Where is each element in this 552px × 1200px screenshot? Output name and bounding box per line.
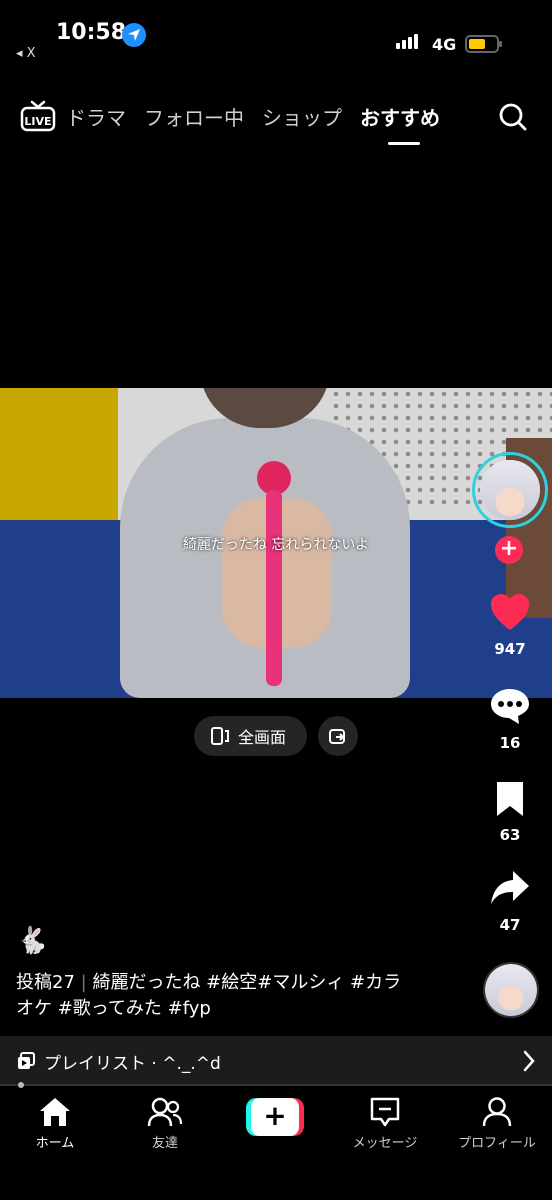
- music-disc-avatar[interactable]: [483, 962, 539, 1018]
- chevron-right-icon: [523, 1050, 535, 1072]
- tab-for-you[interactable]: おすすめ: [360, 102, 440, 145]
- status-bar: 10:58 ◂ X 4G: [0, 0, 552, 80]
- bookmark-button[interactable]: 63: [470, 780, 550, 844]
- playlist-bar[interactable]: プレイリスト · ^._.^d: [0, 1036, 552, 1086]
- svg-text:LIVE: LIVE: [24, 115, 51, 128]
- bookmark-count: 63: [499, 826, 521, 844]
- like-button[interactable]: 947: [470, 592, 550, 658]
- plus-icon: +: [251, 1098, 299, 1136]
- tab-following[interactable]: フォロー中: [144, 102, 244, 131]
- bottom-navigation: ホーム 友達 + メッセージ プロフィール: [0, 1090, 552, 1200]
- repost-button[interactable]: [318, 716, 358, 756]
- fullscreen-label: 全画面: [238, 728, 287, 747]
- heart-icon: [491, 594, 529, 630]
- comment-button[interactable]: 16: [470, 686, 550, 752]
- comment-icon: [491, 689, 529, 724]
- nav-home[interactable]: ホーム: [0, 1096, 110, 1151]
- post-number: 投稿27: [16, 972, 75, 993]
- inbox-icon: [370, 1097, 400, 1127]
- tab-drama[interactable]: ドラマ: [66, 102, 126, 131]
- search-icon[interactable]: [498, 102, 528, 136]
- share-count: 47: [499, 916, 521, 934]
- video-scene: [0, 388, 118, 533]
- creator-name-emoji[interactable]: 🐇: [16, 926, 48, 956]
- tab-shop[interactable]: ショップ: [262, 102, 342, 131]
- comment-count: 16: [499, 734, 521, 752]
- nav-friends[interactable]: 友達: [110, 1096, 220, 1151]
- playlist-icon: [18, 1052, 35, 1069]
- fullscreen-button[interactable]: 全画面: [194, 716, 307, 756]
- fullscreen-icon: [211, 727, 229, 745]
- video-subtitle: 綺麗だったね 忘れられないよ: [182, 537, 370, 553]
- follow-button[interactable]: +: [495, 536, 523, 564]
- nav-friends-label: 友達: [151, 1136, 178, 1151]
- share-arrow-icon: [491, 871, 529, 904]
- caption-separator: |: [80, 972, 87, 993]
- live-icon[interactable]: LIVE: [20, 100, 56, 132]
- nav-messages-label: メッセージ: [352, 1136, 418, 1151]
- microphone-image: [257, 461, 291, 686]
- home-icon: [40, 1098, 70, 1126]
- repost-icon: [329, 729, 345, 744]
- back-to-app-link[interactable]: ◂ X: [16, 46, 36, 61]
- location-arrow-icon: [122, 23, 146, 47]
- signal-icon: [396, 34, 418, 49]
- progress-knob[interactable]: [18, 1082, 24, 1088]
- nav-profile[interactable]: プロフィール: [442, 1096, 552, 1151]
- top-navigation: LIVE ドラマ フォロー中 ショップ おすすめ: [0, 92, 552, 145]
- video-caption: 投稿27 | 綺麗だったね #絵空#マルシィ #カラオケ #歌ってみた #fyp: [16, 970, 416, 1022]
- share-button[interactable]: 47: [470, 868, 550, 934]
- feed-tabs: ドラマ フォロー中 ショップ おすすめ: [66, 102, 440, 145]
- profile-icon: [482, 1097, 512, 1127]
- nav-profile-label: プロフィール: [458, 1136, 536, 1151]
- create-button[interactable]: +: [246, 1098, 304, 1136]
- nav-messages[interactable]: メッセージ: [330, 1096, 440, 1151]
- battery-icon: [465, 35, 502, 53]
- video-progress-bar[interactable]: [0, 1082, 552, 1088]
- friends-icon: [147, 1097, 183, 1127]
- nav-home-label: ホーム: [35, 1136, 75, 1151]
- creator-avatar[interactable]: [472, 452, 548, 528]
- playlist-label: プレイリスト · ^._.^d: [44, 1053, 221, 1074]
- network-type: 4G: [432, 35, 457, 54]
- status-time: 10:58: [56, 20, 127, 45]
- like-count: 947: [494, 640, 526, 658]
- bookmark-icon: [497, 782, 523, 816]
